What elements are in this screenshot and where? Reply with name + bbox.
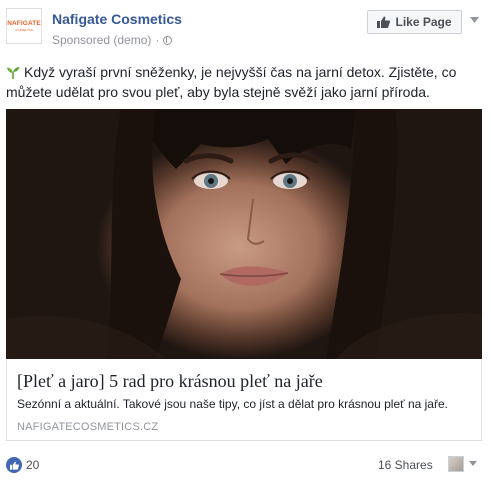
- sponsored-post: NAFIGATE COSMETICS Nafigate Cosmetics Sp…: [0, 0, 491, 480]
- seedling-icon: [7, 67, 20, 79]
- like-reaction-icon: [6, 457, 22, 473]
- reaction-count: 20: [26, 458, 40, 472]
- thumbs-up-icon: [377, 16, 391, 28]
- link-preview-card[interactable]: [Pleť a jaro] 5 rad pro krásnou pleť na …: [6, 359, 482, 441]
- separator-dot: ·: [155, 33, 160, 47]
- post-text: Když vyraší první sněženky, je nejvyšší …: [6, 62, 486, 102]
- link-domain: NAFIGATECOSMETICS.CZ: [17, 421, 159, 433]
- like-page-button[interactable]: Like Page: [367, 10, 462, 34]
- sponsored-text[interactable]: Sponsored (demo): [52, 33, 151, 47]
- chevron-down-icon[interactable]: [469, 461, 477, 466]
- link-title[interactable]: [Pleť a jaro] 5 rad pro krásnou pleť na …: [17, 371, 323, 392]
- page-name-link[interactable]: Nafigate Cosmetics: [52, 11, 182, 27]
- post-text-content: Když vyraší první sněženky, je nejvyšší …: [6, 64, 457, 100]
- post-image[interactable]: [6, 109, 482, 359]
- globe-icon: [163, 35, 173, 45]
- viewer-avatar[interactable]: [448, 456, 464, 472]
- chevron-down-icon[interactable]: [470, 17, 479, 23]
- sponsored-label: Sponsored (demo) ·: [52, 33, 173, 47]
- logo-tagline: COSMETICS: [15, 28, 33, 32]
- shares-count[interactable]: 16 Shares: [378, 458, 433, 472]
- portrait-illustration: [6, 109, 482, 359]
- page-avatar[interactable]: NAFIGATE COSMETICS: [6, 8, 42, 44]
- link-description: Sezónní a aktuální. Takové jsou naše tip…: [17, 397, 448, 411]
- reactions-summary[interactable]: 20: [6, 457, 39, 473]
- logo-word: NAFIGATE: [7, 20, 41, 27]
- like-page-label: Like Page: [395, 15, 452, 29]
